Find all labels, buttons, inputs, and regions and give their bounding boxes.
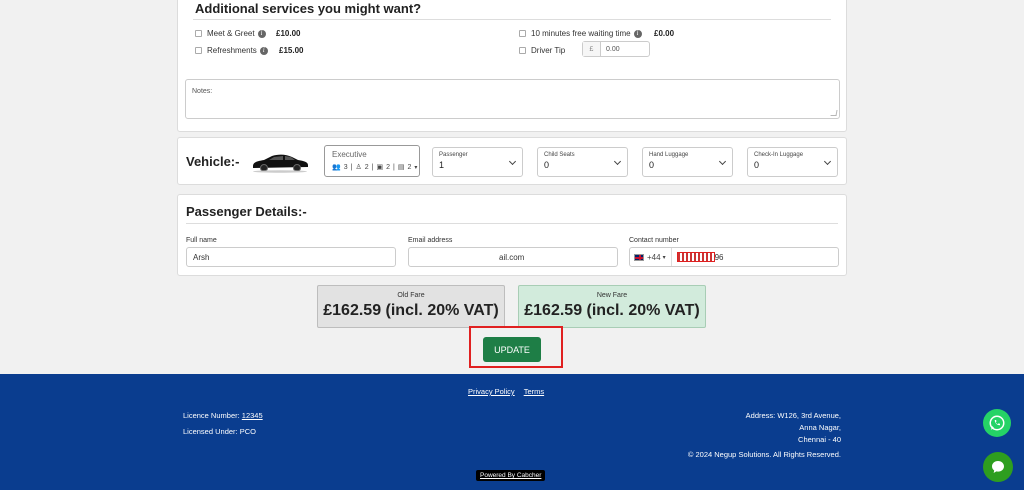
passenger-details-card: Passenger Details:- Full name Arsh Email… — [177, 194, 847, 276]
chat-bubble-icon — [992, 461, 1004, 473]
checkin-luggage-select-value: 0 — [754, 160, 760, 170]
info-icon[interactable]: i — [633, 29, 642, 38]
refreshments-option[interactable]: Refreshments i — [195, 46, 268, 55]
copyright: © 2024 Negup Solutions. All Rights Reser… — [687, 450, 841, 459]
hand-luggage-select-label: Hand Luggage — [649, 152, 689, 158]
waiting-time-option[interactable]: 10 minutes free waiting time i — [519, 29, 642, 38]
child-seats-select-value: 0 — [544, 160, 550, 170]
new-fare-amount: £162.59 (incl. 20% VAT) — [524, 302, 700, 319]
suitcase-icon: ▤ — [397, 164, 405, 171]
car-icon — [253, 154, 308, 173]
whatsapp-button[interactable] — [983, 409, 1011, 437]
licence-number: Licence Number: 12345 — [183, 411, 263, 420]
caret-down-icon: ▾ — [414, 164, 418, 171]
passenger-select-value: 1 — [439, 160, 445, 170]
new-fare-box: New Fare £162.59 (incl. 20% VAT) — [518, 285, 706, 328]
child-seats-select[interactable]: Child Seats 0 — [537, 147, 628, 177]
whatsapp-icon — [989, 415, 1005, 431]
child-seats-select-label: Child Seats — [544, 152, 575, 158]
vehicle-selector-executive[interactable]: Executive 👥 3 | ♙ 2 | ▣ 2 | ▤ 2 ▾ — [324, 145, 420, 177]
driver-tip-value: 0.00 — [606, 45, 620, 53]
passenger-select[interactable]: Passenger 1 — [432, 147, 523, 177]
country-code-selector[interactable]: +44 ▾ — [634, 248, 672, 266]
waiting-time-price: £0.00 — [654, 29, 675, 38]
address-block: Address: W126, 3rd Avenue, Anna Nagar, C… — [746, 410, 841, 446]
old-fare-label: Old Fare — [397, 292, 425, 299]
notes-label: Notes: — [192, 88, 213, 95]
contact-number-input[interactable]: +44 ▾ 96 — [629, 247, 839, 267]
vehicle-name: Executive — [332, 150, 367, 159]
licence-label: Licence Number: — [183, 411, 240, 420]
refreshments-checkbox[interactable] — [195, 47, 202, 54]
info-icon[interactable]: i — [259, 46, 268, 55]
meet-greet-label: Meet & Greet — [207, 29, 255, 38]
country-code: +44 — [647, 252, 661, 262]
address-line-1: Address: W126, 3rd Avenue, — [745, 411, 841, 420]
full-name-input[interactable]: Arsh — [186, 247, 396, 267]
checkin-luggage-select[interactable]: Check-In Luggage 0 — [747, 147, 838, 177]
currency-prefix: £ — [583, 42, 601, 56]
vehicle-capacity: 👥 3 | ♙ 2 | ▣ 2 | ▤ 2 ▾ — [332, 163, 418, 172]
licence-number-link[interactable]: 12345 — [242, 411, 263, 420]
old-fare-amount: £162.59 (incl. 20% VAT) — [323, 302, 499, 319]
new-fare-label: New Fare — [596, 292, 628, 299]
passenger-select-label: Passenger — [439, 152, 468, 158]
child-seat-icon: ♙ — [355, 164, 362, 171]
email-input[interactable]: ail.com — [408, 247, 618, 267]
caret-down-icon: ▾ — [662, 254, 666, 261]
footer-links: Privacy Policy Terms — [468, 387, 544, 396]
divider — [193, 19, 831, 20]
contact-label: Contact number — [629, 237, 679, 244]
refreshments-label: Refreshments — [207, 46, 257, 55]
hand-luggage-icon: ▣ — [376, 164, 384, 171]
hand-luggage-select[interactable]: Hand Luggage 0 — [642, 147, 733, 177]
driver-tip-option[interactable]: Driver Tip — [519, 46, 565, 55]
info-icon[interactable]: i — [257, 29, 266, 38]
address-line-3: Chennai - 40 — [798, 435, 841, 444]
passenger-title: Passenger Details:- — [186, 204, 307, 219]
old-fare-box: Old Fare £162.59 (incl. 20% VAT) — [317, 285, 505, 328]
hand-luggage-capacity: 2 — [386, 163, 390, 171]
services-title: Additional services you might want? — [195, 1, 422, 16]
chat-button[interactable] — [983, 452, 1013, 482]
powered-by-link[interactable]: Powered By Cabcher — [476, 470, 546, 481]
meet-greet-option[interactable]: Meet & Greet i — [195, 29, 266, 38]
vehicle-card: Vehicle:- Executive 👥 3 | ♙ 2 | ▣ 2 | ▤ 2 ▾ Pas… — [177, 137, 847, 185]
passengers-icon: 👥 — [332, 164, 341, 171]
footer: Privacy Policy Terms Licence Number: 123… — [0, 374, 1024, 490]
update-button[interactable]: UPDATE — [483, 337, 541, 362]
checkin-luggage-capacity: 2 — [407, 163, 412, 171]
child-seat-capacity: 2 — [364, 163, 369, 171]
phone-suffix: 96 — [714, 252, 724, 262]
meet-greet-price: £10.00 — [276, 29, 301, 38]
vehicle-title: Vehicle:- — [186, 154, 240, 169]
driver-tip-checkbox[interactable] — [519, 47, 526, 54]
address-line-2: Anna Nagar, — [799, 423, 841, 432]
divider — [186, 223, 838, 224]
notes-textarea[interactable]: Notes: — [185, 79, 840, 119]
email-label: Email address — [408, 237, 453, 244]
full-name-value: Arsh — [193, 252, 210, 262]
privacy-policy-link[interactable]: Privacy Policy — [468, 387, 515, 396]
waiting-time-label: 10 minutes free waiting time — [531, 29, 631, 38]
additional-services-card: Additional services you might want? Meet… — [177, 0, 847, 132]
resize-handle-icon[interactable] — [830, 110, 838, 116]
driver-tip-input[interactable]: £ 0.00 — [582, 41, 650, 57]
waiting-time-checkbox[interactable] — [519, 30, 526, 37]
uk-flag-icon — [634, 253, 644, 261]
email-value: ail.com — [499, 252, 525, 262]
refreshments-price: £15.00 — [279, 46, 304, 55]
terms-link[interactable]: Terms — [524, 387, 544, 396]
hand-luggage-select-value: 0 — [649, 160, 655, 170]
full-name-label: Full name — [186, 237, 217, 244]
meet-greet-checkbox[interactable] — [195, 30, 202, 37]
licensed-under: Licensed Under: PCO — [183, 427, 256, 436]
passenger-capacity: 3 — [343, 163, 348, 171]
checkin-luggage-select-label: Check-In Luggage — [754, 152, 804, 158]
redacted-phone-box — [676, 252, 715, 262]
driver-tip-label: Driver Tip — [531, 46, 566, 55]
